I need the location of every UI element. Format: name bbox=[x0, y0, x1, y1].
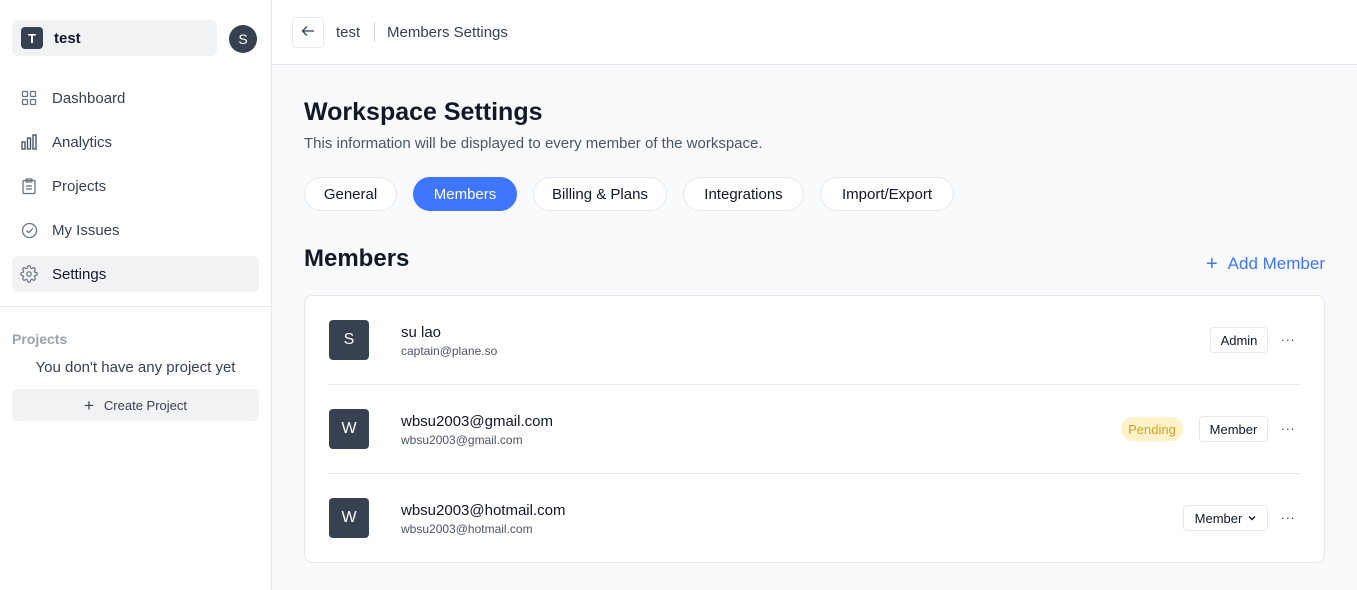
member-avatar: W bbox=[329, 498, 369, 538]
member-name: wbsu2003@hotmail.com bbox=[401, 502, 566, 519]
sidebar: T test S Dashboard Analytics Projects My… bbox=[0, 0, 272, 590]
member-email: wbsu2003@gmail.com bbox=[401, 433, 523, 447]
member-role-select[interactable]: Member bbox=[1183, 505, 1268, 531]
page-title: Workspace Settings bbox=[304, 98, 543, 126]
check-circle-icon bbox=[20, 221, 38, 239]
members-section-title: Members bbox=[304, 245, 410, 272]
workspace-name: test bbox=[54, 29, 81, 47]
member-row: W wbsu2003@gmail.com wbsu2003@gmail.com … bbox=[329, 385, 1300, 474]
more-options-icon[interactable]: ··· bbox=[1278, 329, 1298, 349]
plus-icon: + bbox=[1205, 253, 1218, 275]
sidebar-item-label: My Issues bbox=[52, 221, 120, 239]
breadcrumb-page: Members Settings bbox=[387, 24, 508, 41]
page-subtitle: This information will be displayed to ev… bbox=[304, 135, 763, 152]
member-avatar: S bbox=[329, 320, 369, 360]
sidebar-item-label: Analytics bbox=[52, 133, 113, 151]
member-role-value: Member bbox=[1194, 510, 1243, 526]
bar-chart-icon bbox=[20, 133, 38, 151]
main-content: Workspace Settings This information will… bbox=[272, 65, 1357, 590]
breadcrumb-workspace[interactable]: test bbox=[336, 24, 360, 41]
clipboard-icon bbox=[20, 177, 38, 195]
add-member-label: Add Member bbox=[1227, 254, 1325, 273]
sidebar-item-analytics[interactable]: Analytics bbox=[12, 124, 259, 160]
member-role-badge: Admin bbox=[1210, 327, 1268, 353]
workspace-logo: T bbox=[21, 27, 43, 49]
tab-general[interactable]: General bbox=[304, 177, 397, 211]
more-options-icon[interactable]: ··· bbox=[1278, 418, 1298, 438]
sidebar-item-projects[interactable]: Projects bbox=[12, 168, 259, 204]
member-avatar: W bbox=[329, 409, 369, 449]
member-name: wbsu2003@gmail.com bbox=[401, 413, 553, 430]
more-options-icon[interactable]: ··· bbox=[1278, 507, 1298, 527]
create-project-button[interactable]: + Create Project bbox=[12, 389, 259, 421]
tab-import-export[interactable]: Import/Export bbox=[820, 177, 954, 211]
member-name: su lao bbox=[401, 324, 442, 341]
sidebar-item-my-issues[interactable]: My Issues bbox=[12, 212, 259, 248]
gear-icon bbox=[20, 265, 38, 283]
member-row: S su lao captain@plane.so Admin ··· bbox=[329, 296, 1300, 385]
add-member-button[interactable]: + Add Member bbox=[1206, 254, 1325, 274]
chevron-down-icon bbox=[1248, 513, 1256, 523]
grid-icon bbox=[20, 89, 38, 107]
user-avatar[interactable]: S bbox=[229, 25, 257, 53]
sidebar-item-settings[interactable]: Settings bbox=[12, 256, 259, 292]
member-role-badge: Member bbox=[1199, 416, 1268, 442]
arrow-left-icon bbox=[301, 24, 315, 42]
members-list: S su lao captain@plane.so Admin ··· W wb… bbox=[304, 295, 1325, 563]
member-email: wbsu2003@hotmail.com bbox=[401, 522, 533, 536]
sidebar-divider bbox=[0, 306, 271, 307]
sidebar-item-label: Dashboard bbox=[52, 89, 126, 107]
sidebar-projects-title: Projects bbox=[12, 331, 68, 347]
back-button[interactable] bbox=[292, 17, 324, 48]
workspace-switcher[interactable]: T test bbox=[12, 20, 217, 56]
create-project-label: Create Project bbox=[103, 397, 188, 413]
sidebar-item-label: Settings bbox=[52, 265, 107, 283]
sidebar-item-dashboard[interactable]: Dashboard bbox=[12, 80, 259, 116]
top-bar: test Members Settings bbox=[272, 0, 1357, 65]
tab-billing-plans[interactable]: Billing & Plans bbox=[533, 177, 667, 211]
sidebar-item-label: Projects bbox=[52, 177, 107, 195]
member-email: captain@plane.so bbox=[401, 344, 498, 358]
tab-members[interactable]: Members bbox=[413, 177, 517, 211]
plus-icon: + bbox=[83, 395, 94, 415]
member-row: W wbsu2003@hotmail.com wbsu2003@hotmail.… bbox=[329, 474, 1300, 563]
pending-status-badge: Pending bbox=[1121, 417, 1183, 441]
tab-integrations[interactable]: Integrations bbox=[683, 177, 804, 211]
breadcrumb-divider bbox=[374, 22, 375, 42]
projects-empty-state: You don't have any project yet bbox=[35, 359, 236, 376]
